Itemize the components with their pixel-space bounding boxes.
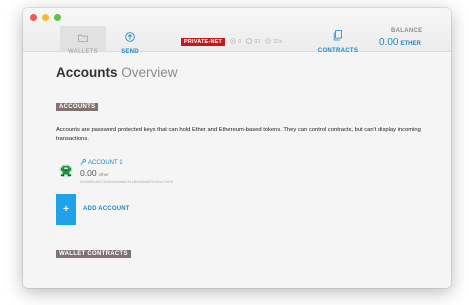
account-balance-unit: ether: [98, 172, 109, 177]
add-account-button[interactable]: + ADD ACCOUNT: [56, 194, 206, 225]
balance-unit: ETHER: [400, 41, 421, 47]
key-icon: [80, 159, 86, 167]
wallet-contracts-section-heading: WALLET CONTRACTS: [56, 250, 131, 258]
accounts-description: Accounts are password protected keys tha…: [56, 127, 421, 142]
network-badge: PRIVATE-NET: [181, 38, 226, 46]
close-window-button[interactable]: [30, 14, 37, 21]
last-block-time-value: 32s: [273, 39, 283, 45]
account-name-label: ACCOUNT 1: [88, 160, 123, 166]
blocks-icon: [246, 38, 252, 46]
arrow-up-circle-icon: [125, 29, 135, 47]
window-controls: [30, 14, 61, 21]
peer-count-value: 0: [238, 39, 242, 45]
minimize-window-button[interactable]: [42, 14, 49, 21]
nav-wallets-tab[interactable]: WALLETS: [60, 26, 106, 55]
peer-count: 0: [230, 38, 241, 46]
peers-icon: [230, 38, 236, 46]
balance-amount: 0.00: [379, 37, 399, 48]
total-balance: 0.00 ETHER: [379, 37, 421, 48]
account-item[interactable]: ACCOUNT 1 0.00 ether 0x0b85c2a37b12ce0c9a…: [56, 156, 256, 190]
page-title-secondary: Overview: [117, 65, 178, 80]
clock-icon: [265, 38, 271, 46]
page-title-primary: Accounts: [56, 65, 118, 80]
account-address: 0x0b85c2a37b12ce0c9aa2f1c8d3a6b0f5e41cc7…: [80, 181, 173, 185]
account-name[interactable]: ACCOUNT 1: [80, 159, 123, 167]
nav-contracts-button[interactable]: CONTRACTS: [315, 26, 361, 54]
block-number-value: 93: [254, 39, 261, 45]
block-number: 93: [246, 38, 260, 46]
folder-icon: [78, 29, 88, 47]
last-block-time: 32s: [265, 38, 282, 46]
account-identicon: [59, 164, 73, 178]
plus-icon: +: [56, 194, 76, 225]
document-stack-icon: [333, 28, 343, 46]
nav-send-button[interactable]: SEND: [115, 26, 145, 55]
account-balance-amount: 0.00: [80, 168, 97, 178]
zoom-window-button[interactable]: [54, 14, 61, 21]
accounts-section-heading: ACCOUNTS: [56, 103, 99, 111]
top-bar: WALLETS SEND PRIVATE-NET 0 93 32s CONTRA…: [23, 8, 451, 55]
page-title: Accounts Overview: [56, 65, 178, 80]
add-account-label: ADD ACCOUNT: [83, 206, 130, 212]
main-content: Accounts Overview ACCOUNTS Accounts are …: [23, 53, 451, 288]
app-window: WALLETS SEND PRIVATE-NET 0 93 32s CONTRA…: [23, 8, 451, 288]
balance-label: BALANCE: [391, 28, 423, 34]
network-status: PRIVATE-NET 0 93 32s: [181, 38, 282, 46]
account-balance: 0.00 ether: [80, 168, 109, 178]
